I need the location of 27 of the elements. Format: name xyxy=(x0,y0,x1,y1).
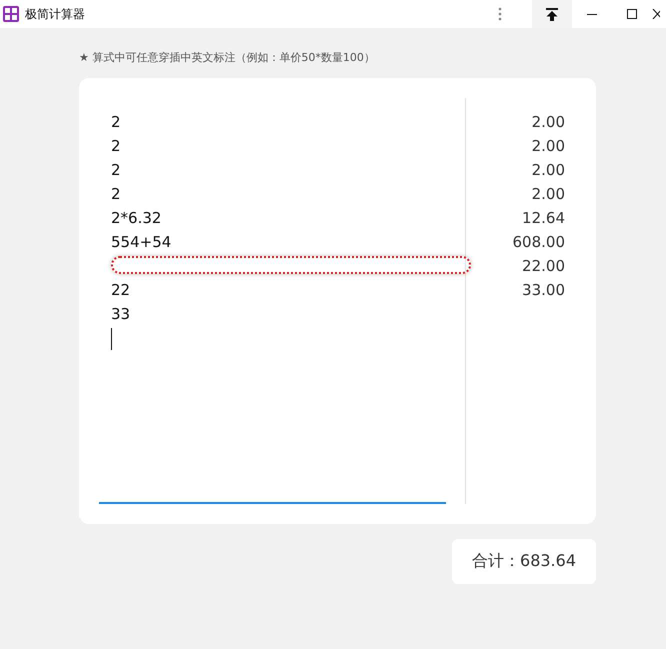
maximize-icon xyxy=(627,9,637,19)
calculator-icon xyxy=(3,6,19,22)
expression-line: 2 xyxy=(111,161,121,179)
window-title: 极简计算器 xyxy=(25,6,85,22)
expression-line: 2 xyxy=(111,185,121,203)
expression-line: 554+54 xyxy=(111,233,172,251)
expression-editor[interactable]: 2 2 2 2 2*6.32 554+54 22 33 xyxy=(99,98,446,504)
result-value: 2.00 xyxy=(532,161,565,179)
expression-line: 2 xyxy=(111,137,121,155)
text-cursor xyxy=(111,328,112,350)
expression-line: 2 xyxy=(111,113,121,131)
result-value: 2.00 xyxy=(532,137,565,155)
pin-top-icon xyxy=(546,8,558,20)
result-value: 22.00 xyxy=(522,257,565,275)
pin-button[interactable] xyxy=(532,0,572,28)
total-label: 合计：683.64 xyxy=(452,539,596,584)
result-value: 33.00 xyxy=(522,281,565,299)
result-value: 608.00 xyxy=(512,233,565,251)
expression-line: 33 xyxy=(111,305,130,323)
result-value: 2.00 xyxy=(532,113,565,131)
more-icon xyxy=(498,7,502,21)
result-value: 2.00 xyxy=(532,185,565,203)
expression-line: 22 xyxy=(111,281,130,299)
result-value: 12.64 xyxy=(522,209,565,227)
hint-text: ★ 算式中可任意穿插中英文标注（例如：单价50*数量100） xyxy=(79,50,376,66)
close-icon xyxy=(652,9,660,19)
expression-line: 2*6.32 xyxy=(111,209,162,227)
